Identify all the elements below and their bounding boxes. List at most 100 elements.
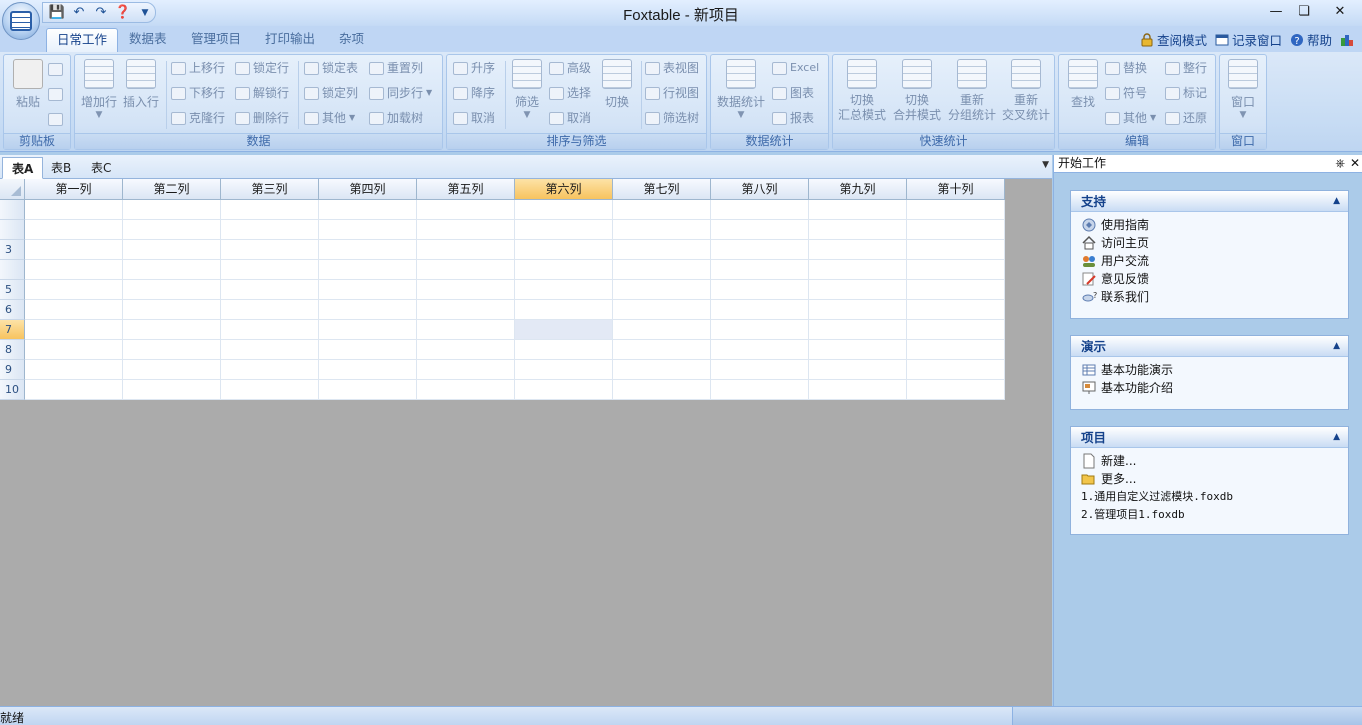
grid-cell[interactable] bbox=[319, 220, 417, 240]
cancel-filter-button[interactable]: 取消 bbox=[549, 108, 591, 128]
grid-cell[interactable] bbox=[417, 300, 515, 320]
link-basic-intro[interactable]: 基本功能介绍 bbox=[1081, 379, 1348, 397]
column-header[interactable]: 第一列 bbox=[25, 179, 123, 200]
grid-cell[interactable] bbox=[809, 200, 907, 220]
grid-cell[interactable] bbox=[123, 380, 221, 400]
panel-support-header[interactable]: 支持 ▲ bbox=[1071, 191, 1348, 212]
grid-cell[interactable] bbox=[25, 220, 123, 240]
grid-cell[interactable] bbox=[613, 320, 711, 340]
grid-cell[interactable] bbox=[809, 220, 907, 240]
lock-table-button[interactable]: 锁定表 bbox=[304, 58, 358, 78]
delete-row-button[interactable]: 删除行 bbox=[235, 108, 289, 128]
grid-cell[interactable] bbox=[515, 320, 613, 340]
row-header[interactable]: 9 bbox=[0, 360, 25, 380]
link-user-guide[interactable]: 使用指南 bbox=[1081, 216, 1348, 234]
recent-project-1[interactable]: 1.通用自定义过滤模块.foxdb bbox=[1081, 488, 1348, 506]
sync-row-button[interactable]: 同步行 ▼ bbox=[369, 83, 432, 103]
mark-button[interactable]: 标记 bbox=[1165, 83, 1207, 103]
undo-icon[interactable]: ↶ bbox=[71, 5, 87, 21]
tab-print-output[interactable]: 打印输出 bbox=[255, 28, 325, 52]
grid-cell[interactable] bbox=[319, 360, 417, 380]
grid-cell[interactable] bbox=[613, 380, 711, 400]
panel-project-header[interactable]: 项目 ▲ bbox=[1071, 427, 1348, 448]
grid-cell[interactable] bbox=[123, 280, 221, 300]
app-menu-button[interactable] bbox=[2, 2, 40, 40]
sheet-list-dropdown[interactable]: ▼ bbox=[1042, 160, 1049, 170]
grid-cell[interactable] bbox=[25, 260, 123, 280]
cut-button[interactable] bbox=[48, 84, 63, 104]
row-header[interactable]: 3 bbox=[0, 240, 25, 260]
grid-cell[interactable] bbox=[25, 200, 123, 220]
grid-cell[interactable] bbox=[711, 360, 809, 380]
grid-cell[interactable] bbox=[711, 280, 809, 300]
view-mode-button[interactable]: 查阅模式 bbox=[1140, 30, 1207, 49]
grid-cell[interactable] bbox=[711, 340, 809, 360]
grid-cell[interactable] bbox=[417, 320, 515, 340]
row-header[interactable] bbox=[0, 260, 25, 280]
close-pane-icon[interactable]: ✕ bbox=[1350, 155, 1360, 172]
replace-button[interactable]: 替换 bbox=[1105, 58, 1147, 78]
customize-qat-icon[interactable]: ▼ bbox=[137, 5, 153, 21]
grid-cell[interactable] bbox=[417, 240, 515, 260]
row-header[interactable]: 6 bbox=[0, 300, 25, 320]
data-stats-button[interactable]: 数据统计 ▼ bbox=[715, 59, 767, 120]
grid-cell[interactable] bbox=[417, 280, 515, 300]
chart-button[interactable]: 图表 bbox=[772, 83, 814, 103]
table-view-button[interactable]: 表视图 bbox=[645, 58, 699, 78]
restore-button[interactable]: 还原 bbox=[1165, 108, 1207, 128]
record-window-button[interactable]: 记录窗口 bbox=[1215, 30, 1282, 49]
collapse-icon[interactable]: ▲ bbox=[1333, 191, 1340, 212]
edit-other-button[interactable]: 其他 ▼ bbox=[1105, 108, 1156, 128]
column-header[interactable]: 第二列 bbox=[123, 179, 221, 200]
help-circle-icon[interactable]: ❓ bbox=[115, 5, 131, 21]
close-button[interactable]: ✕ bbox=[1318, 0, 1362, 22]
row-header[interactable]: 5 bbox=[0, 280, 25, 300]
row-header[interactable] bbox=[0, 220, 25, 240]
grid-cell[interactable] bbox=[221, 200, 319, 220]
grid-cell[interactable] bbox=[417, 340, 515, 360]
cross-stats-button[interactable]: 重新 交叉统计 bbox=[999, 59, 1053, 123]
grid-cell[interactable] bbox=[809, 320, 907, 340]
column-header[interactable]: 第七列 bbox=[613, 179, 711, 200]
grid-cell[interactable] bbox=[417, 220, 515, 240]
grid-cell[interactable] bbox=[809, 360, 907, 380]
sort-desc-button[interactable]: 降序 bbox=[453, 83, 495, 103]
recent-project-2[interactable]: 2.管理项目1.foxdb bbox=[1081, 506, 1348, 524]
link-basic-demo[interactable]: 基本功能演示 bbox=[1081, 361, 1348, 379]
grid-cell[interactable] bbox=[613, 260, 711, 280]
column-header[interactable]: 第八列 bbox=[711, 179, 809, 200]
tab-data-table[interactable]: 数据表 bbox=[119, 28, 177, 52]
collapse-icon[interactable]: ▲ bbox=[1333, 427, 1340, 448]
grid-cell[interactable] bbox=[221, 380, 319, 400]
lock-row-button[interactable]: 锁定行 bbox=[235, 58, 289, 78]
column-header[interactable]: 第四列 bbox=[319, 179, 417, 200]
grid-cell[interactable] bbox=[515, 340, 613, 360]
grid-cell[interactable] bbox=[613, 240, 711, 260]
paste-button[interactable]: 粘贴 bbox=[6, 59, 50, 110]
tab-daily-work[interactable]: 日常工作 bbox=[46, 28, 119, 52]
grid-cell[interactable] bbox=[221, 280, 319, 300]
sheet-tab-b[interactable]: 表B bbox=[42, 157, 80, 179]
filter-tree-button[interactable]: 筛选树 bbox=[645, 108, 699, 128]
select-all-corner[interactable] bbox=[0, 179, 25, 200]
row-view-button[interactable]: 行视图 bbox=[645, 83, 699, 103]
switch-sort-button[interactable]: 切换 bbox=[595, 59, 639, 110]
minimize-button[interactable]: — bbox=[1262, 0, 1290, 22]
grid-cell[interactable] bbox=[123, 320, 221, 340]
grid-cell[interactable] bbox=[319, 320, 417, 340]
move-down-button[interactable]: 下移行 bbox=[171, 83, 225, 103]
move-up-button[interactable]: 上移行 bbox=[171, 58, 225, 78]
collapse-icon[interactable]: ▲ bbox=[1333, 336, 1340, 357]
row-header[interactable]: 7 bbox=[0, 320, 25, 340]
summary-mode-button[interactable]: 切换 汇总模式 bbox=[835, 59, 889, 123]
grid-cell[interactable] bbox=[123, 260, 221, 280]
add-row-button[interactable]: 增加行 ▼ bbox=[77, 59, 121, 120]
grid-cell[interactable] bbox=[613, 360, 711, 380]
column-header[interactable]: 第九列 bbox=[809, 179, 907, 200]
grid-cell[interactable] bbox=[515, 260, 613, 280]
pin-icon[interactable]: ⎈ bbox=[1335, 155, 1345, 172]
merge-mode-button[interactable]: 切换 合并模式 bbox=[890, 59, 944, 123]
grid-cell[interactable] bbox=[25, 300, 123, 320]
grid-cell[interactable] bbox=[123, 240, 221, 260]
unlock-row-button[interactable]: 解锁行 bbox=[235, 83, 289, 103]
